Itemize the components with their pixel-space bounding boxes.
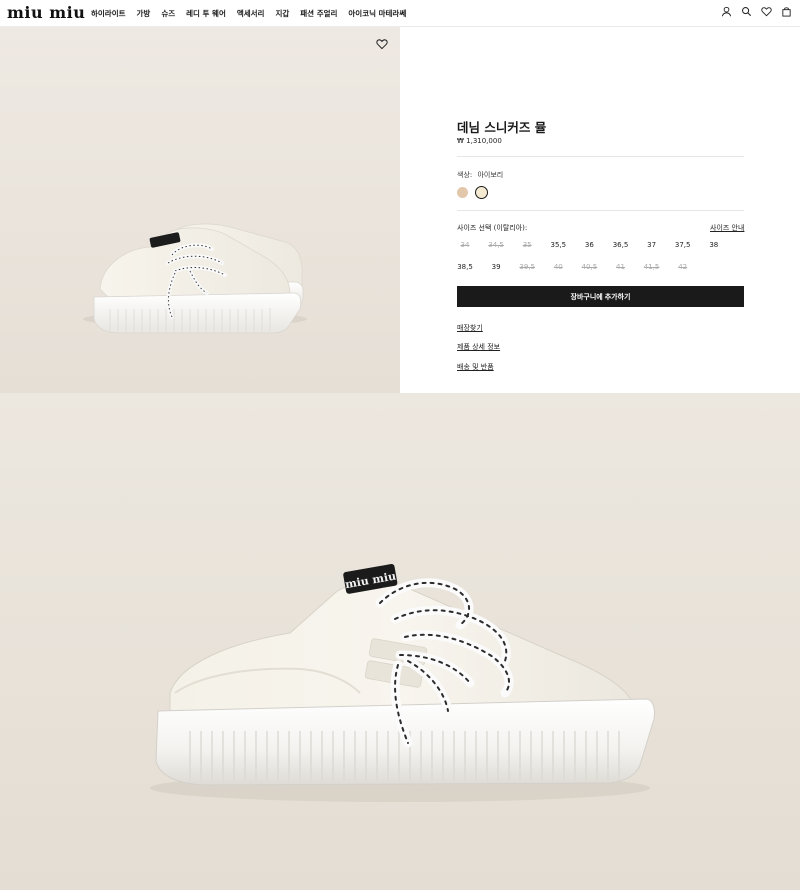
size-option: 41,5 (643, 263, 660, 271)
size-option: 40,5 (581, 263, 598, 271)
color-value: 아이보리 (477, 171, 504, 179)
size-option[interactable]: 39 (484, 263, 508, 271)
product-price: ₩ 1,310,000 (457, 137, 502, 145)
brand-logo[interactable]: miu miu (7, 5, 85, 21)
product-title: 데님 스니커즈 뮬 (457, 120, 547, 135)
wishlist-icon[interactable] (761, 6, 772, 17)
size-option: 41 (616, 263, 625, 271)
nav-item-bags[interactable]: 가방 (137, 8, 151, 19)
sneaker-mule-small-image (83, 223, 307, 334)
size-option: 34 (460, 241, 470, 249)
add-to-cart-button[interactable]: 장바구니에 추가하기 (457, 286, 744, 307)
size-option[interactable]: 35,5 (546, 241, 570, 249)
product-details-link[interactable]: 제품 상세 정보 (457, 342, 500, 352)
header-actions (721, 6, 792, 17)
size-option[interactable]: 38 (702, 241, 726, 249)
nav-item-fashion-jewelry[interactable]: 패션 주얼리 (300, 8, 337, 19)
nav-item-highlights[interactable]: 하이라이트 (91, 8, 126, 19)
product-image-main[interactable] (0, 27, 400, 393)
account-icon[interactable] (721, 6, 732, 17)
nav-item-iconic-matelasse[interactable]: 아이코닉 마테라쎄 (348, 8, 406, 19)
divider (457, 156, 744, 157)
size-guide-link[interactable]: 사이즈 안내 (710, 223, 744, 233)
nav-item-wallets[interactable]: 지갑 (275, 8, 289, 19)
top-header: miu miu 하이라이트 가방 슈즈 레디 투 웨어 액세서리 지갑 패션 주… (0, 0, 800, 27)
size-option[interactable]: 36,5 (609, 241, 633, 249)
main-nav: 하이라이트 가방 슈즈 레디 투 웨어 액세서리 지갑 패션 주얼리 아이코닉 … (91, 8, 417, 19)
size-option: 42 (678, 263, 688, 271)
color-swatch-beige[interactable] (457, 187, 468, 198)
sneaker-mule-large-image: miu miu (150, 564, 655, 802)
size-option[interactable]: 37,5 (671, 241, 695, 249)
shipping-returns-link[interactable]: 배송 및 반품 (457, 362, 494, 372)
store-locator-link[interactable]: 매장찾기 (457, 323, 483, 333)
color-swatch-ivory-selected[interactable] (475, 186, 488, 199)
color-label: 색상: 아이보리 (457, 170, 503, 180)
size-option: 40 (553, 263, 563, 271)
nav-item-shoes[interactable]: 슈즈 (161, 8, 175, 19)
size-option[interactable]: 37 (640, 241, 664, 249)
size-option: 34,5 (488, 241, 504, 249)
size-option[interactable]: 38,5 (453, 263, 477, 271)
search-icon[interactable] (741, 6, 752, 17)
product-info-panel: 데님 스니커즈 뮬 ₩ 1,310,000 색상: 아이보리 사이즈 선택 (이… (400, 27, 800, 393)
bag-icon[interactable] (781, 6, 792, 17)
product-image-secondary[interactable]: miu miu (0, 393, 800, 890)
size-option[interactable]: 36 (577, 241, 601, 249)
color-label-text: 색상: (457, 171, 473, 179)
divider (457, 210, 744, 211)
nav-item-accessories[interactable]: 액세서리 (237, 8, 265, 19)
size-option: 35 (522, 241, 532, 249)
size-select-label: 사이즈 선택 (이탈리아): (457, 224, 528, 232)
size-option: 39,5 (519, 263, 535, 271)
add-to-wishlist-icon[interactable] (376, 38, 388, 50)
nav-item-ready-to-wear[interactable]: 레디 투 웨어 (186, 8, 226, 19)
